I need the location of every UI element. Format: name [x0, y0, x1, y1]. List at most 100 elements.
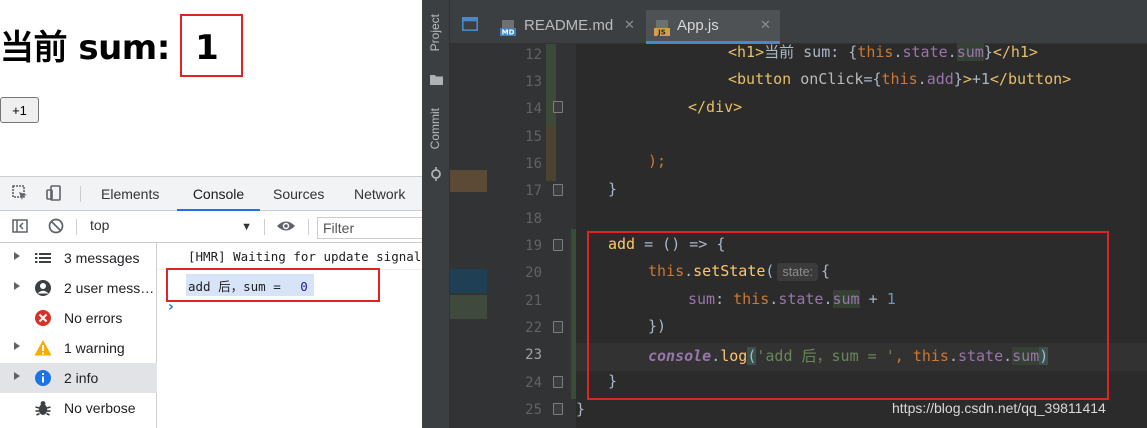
- toolbar-separator: [80, 186, 81, 202]
- bug-icon: [34, 399, 52, 417]
- code-line-17: }: [608, 180, 618, 198]
- sidebar-item-warnings[interactable]: 1 warning: [0, 333, 157, 363]
- live-expression-eye-icon[interactable]: [276, 217, 296, 237]
- fold-marker-icon[interactable]: [553, 321, 563, 333]
- sidebar-item-label: 1 warning: [64, 340, 125, 356]
- vcs-change-marker: [450, 170, 487, 192]
- line-number: 17: [525, 183, 542, 199]
- tab-app-js-label: App.js: [677, 17, 719, 34]
- dropdown-arrow-icon: ▼: [241, 221, 252, 233]
- window-layout-icon[interactable]: [462, 16, 478, 35]
- tool-window-strip: Project Commit: [422, 0, 450, 428]
- console-toolbar: top ▼: [0, 211, 422, 243]
- line-number: 24: [525, 375, 542, 391]
- sidebar-toggle-icon[interactable]: [10, 217, 30, 237]
- code-line-14: </div>: [688, 98, 743, 116]
- browser-panel: 当前 sum: 1 +1 Elements Console Sources Ne…: [0, 0, 422, 428]
- error-icon: [34, 309, 52, 327]
- svg-text:MD: MD: [502, 29, 515, 37]
- toolbar-separator: [308, 219, 309, 235]
- line-number: 21: [525, 293, 542, 309]
- sidebar-item-user-messages[interactable]: 2 user mess…: [0, 273, 157, 303]
- sidebar-item-errors[interactable]: No errors: [0, 303, 157, 333]
- editor-tab-bar: MD README.md ✕ JS App.js ✕: [450, 0, 1147, 44]
- fold-marker-icon[interactable]: [553, 184, 563, 196]
- project-tool-label[interactable]: Project: [428, 14, 442, 51]
- line-number: 22: [525, 320, 542, 336]
- console-message-hmr: [HMR] Waiting for update signal: [188, 249, 422, 264]
- close-icon[interactable]: ✕: [624, 17, 635, 33]
- line-number: 18: [525, 211, 542, 227]
- devtools-tab-bar: Elements Console Sources Network: [0, 177, 422, 211]
- increment-button[interactable]: +1: [0, 97, 39, 123]
- code-line-13: <button onClick={this.add}>+1</button>: [728, 70, 1072, 88]
- vcs-change-marker: [450, 269, 487, 293]
- line-number: 13: [525, 74, 542, 90]
- sidebar-item-messages[interactable]: 3 messages: [0, 243, 157, 273]
- sidebar-item-label: 3 messages: [64, 250, 140, 266]
- tab-readme[interactable]: MD README.md ✕: [494, 10, 644, 44]
- code-line-16: );: [648, 152, 667, 170]
- context-selector[interactable]: top ▼: [90, 217, 260, 237]
- fold-marker-icon[interactable]: [553, 239, 563, 251]
- user-icon: [34, 279, 52, 297]
- heading-prefix: 当前 sum:: [0, 28, 182, 68]
- code-annotation-box: [587, 231, 1109, 400]
- line-number: 15: [525, 129, 542, 145]
- clear-console-icon[interactable]: [46, 217, 66, 237]
- line-number: 14: [525, 101, 542, 117]
- info-icon: [34, 369, 52, 387]
- commit-icon[interactable]: [429, 166, 443, 185]
- tab-network[interactable]: Network: [354, 177, 405, 211]
- inspect-element-icon[interactable]: [10, 184, 30, 204]
- toolbar-separator: [264, 219, 265, 235]
- console-output: [HMR] Waiting for update signal add 后，su…: [158, 243, 422, 428]
- expand-arrow-icon[interactable]: [14, 342, 20, 350]
- commit-tool-label[interactable]: Commit: [428, 108, 442, 149]
- javascript-file-icon: JS: [654, 20, 672, 40]
- watermark: https://blog.csdn.net/qq_39811414: [892, 400, 1106, 416]
- vcs-change-marker: [450, 295, 487, 319]
- list-icon: [34, 249, 52, 267]
- line-number: 16: [525, 156, 542, 172]
- sidebar-item-label: No errors: [64, 310, 123, 326]
- fold-marker-icon[interactable]: [553, 403, 563, 415]
- markdown-file-icon: MD: [500, 20, 518, 40]
- tab-elements[interactable]: Elements: [101, 177, 159, 211]
- code-line-25: }: [576, 400, 586, 418]
- sum-annotation-box: [180, 14, 243, 77]
- fold-marker-icon[interactable]: [553, 376, 563, 388]
- vcs-change-marker: [546, 44, 556, 126]
- expand-arrow-icon[interactable]: [14, 252, 20, 260]
- context-value: top: [90, 217, 110, 233]
- svg-text:JS: JS: [657, 29, 666, 37]
- warning-icon: [34, 339, 52, 357]
- expand-arrow-icon[interactable]: [14, 282, 20, 290]
- sidebar-item-verbose[interactable]: No verbose: [0, 393, 157, 423]
- sidebar-item-label: 2 info: [64, 370, 99, 386]
- line-number-current: 23: [525, 347, 542, 363]
- console-sidebar: 3 messages 2 user mess… No errors 1 warn…: [0, 243, 157, 428]
- sidebar-item-info[interactable]: 2 info: [0, 363, 157, 393]
- device-toolbar-icon[interactable]: [44, 184, 64, 204]
- sidebar-item-label: No verbose: [64, 400, 136, 416]
- console-annotation-box: [166, 268, 380, 302]
- folder-icon[interactable]: [430, 70, 443, 89]
- line-number: 20: [525, 265, 542, 281]
- app-page: 当前 sum: 1 +1: [0, 0, 422, 176]
- line-number: 25: [525, 402, 542, 418]
- vcs-change-marker: [546, 126, 556, 181]
- toolbar-separator: [76, 219, 77, 235]
- tab-readme-label: README.md: [524, 17, 614, 34]
- close-icon[interactable]: ✕: [760, 17, 771, 33]
- console-prompt[interactable]: ›: [168, 299, 174, 315]
- fold-marker-icon[interactable]: [553, 101, 563, 113]
- devtools-panel: Elements Console Sources Network top ▼ F…: [0, 176, 422, 428]
- code-line-12: <h1>当前 sum: {this.state.sum}</h1>: [728, 43, 1038, 61]
- tab-console[interactable]: Console: [177, 177, 260, 211]
- sidebar-item-label: 2 user mess…: [64, 280, 155, 296]
- filter-input[interactable]: [317, 217, 422, 239]
- expand-arrow-icon[interactable]: [14, 372, 20, 380]
- tab-sources[interactable]: Sources: [273, 177, 324, 211]
- line-number: 19: [525, 238, 542, 254]
